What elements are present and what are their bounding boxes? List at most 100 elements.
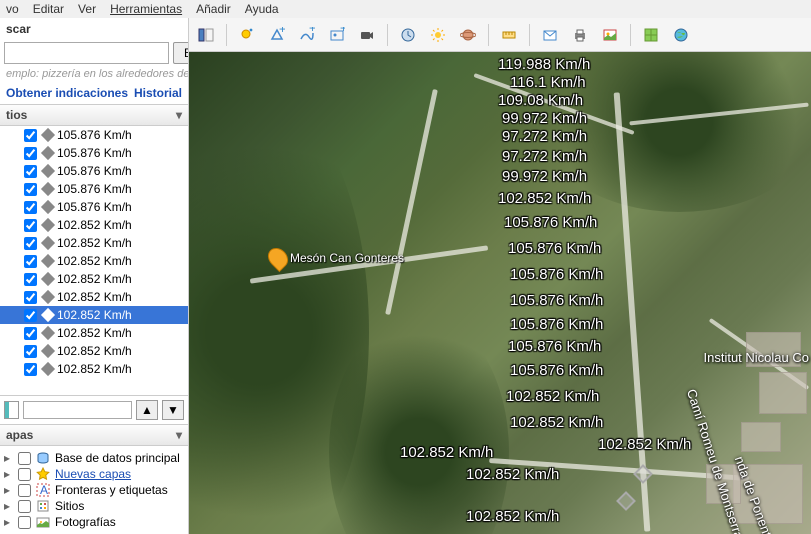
place-checkbox[interactable] xyxy=(24,273,37,286)
place-item[interactable]: 102.852 Km/h xyxy=(0,342,188,360)
email-button[interactable] xyxy=(537,22,563,48)
earth-button[interactable] xyxy=(668,22,694,48)
place-item[interactable]: 105.876 Km/h xyxy=(0,180,188,198)
place-item[interactable]: 105.876 Km/h xyxy=(0,126,188,144)
place-checkbox[interactable] xyxy=(24,129,37,142)
place-item[interactable]: 105.876 Km/h xyxy=(0,198,188,216)
menu-item[interactable]: Ver xyxy=(78,2,96,16)
search-input[interactable] xyxy=(4,42,169,64)
menu-item[interactable]: Añadir xyxy=(196,2,231,16)
search-hint: emplo: pizzería en los alrededores de N xyxy=(0,66,188,82)
ruler-button[interactable] xyxy=(496,22,522,48)
place-checkbox[interactable] xyxy=(24,327,37,340)
place-item[interactable]: 102.852 Km/h xyxy=(0,324,188,342)
history-link[interactable]: Historial xyxy=(134,86,182,100)
layer-item[interactable]: ▸AFronteras y etiquetas xyxy=(2,482,186,498)
add-polygon-button[interactable]: + xyxy=(264,22,290,48)
speed-label[interactable]: 105.876 Km/h xyxy=(510,316,603,333)
speed-label[interactable]: 102.852 Km/h xyxy=(466,466,559,483)
speed-label[interactable]: 102.852 Km/h xyxy=(400,444,493,461)
place-checkbox[interactable] xyxy=(24,147,37,160)
move-up-button[interactable]: ▲ xyxy=(136,400,158,420)
layer-item[interactable]: ▸Fotografías xyxy=(2,514,186,530)
place-checkbox[interactable] xyxy=(24,165,37,178)
speed-label[interactable]: 116.1 Km/h xyxy=(510,74,586,91)
place-checkbox[interactable] xyxy=(24,237,37,250)
place-checkbox[interactable] xyxy=(24,201,37,214)
speed-label[interactable]: 105.876 Km/h xyxy=(504,214,597,231)
speed-label[interactable]: 105.876 Km/h xyxy=(508,338,601,355)
speed-label[interactable]: 102.852 Km/h xyxy=(498,190,591,207)
sunlight-button[interactable] xyxy=(425,22,451,48)
place-item[interactable]: 102.852 Km/h xyxy=(0,270,188,288)
speed-label[interactable]: 102.852 Km/h xyxy=(506,388,599,405)
place-item[interactable]: 102.852 Km/h xyxy=(0,216,188,234)
speed-label[interactable]: 97.272 Km/h xyxy=(502,148,587,165)
directions-link[interactable]: Obtener indicaciones xyxy=(6,86,128,100)
place-label: 102.852 Km/h xyxy=(57,308,132,322)
layer-checkbox[interactable] xyxy=(18,516,31,529)
place-checkbox[interactable] xyxy=(24,183,37,196)
place-checkbox[interactable] xyxy=(24,345,37,358)
speed-label[interactable]: 105.876 Km/h xyxy=(508,240,601,257)
menu-item[interactable]: Editar xyxy=(33,2,64,16)
place-checkbox[interactable] xyxy=(24,219,37,232)
place-checkbox[interactable] xyxy=(24,255,37,268)
placemark-icon xyxy=(41,254,55,268)
speed-label[interactable]: 119.988 Km/h xyxy=(498,56,590,73)
layer-checkbox[interactable] xyxy=(18,484,31,497)
place-item[interactable]: 105.876 Km/h xyxy=(0,162,188,180)
place-checkbox[interactable] xyxy=(24,291,37,304)
menu-item[interactable]: Ayuda xyxy=(245,2,279,16)
print-button[interactable] xyxy=(567,22,593,48)
add-placemark-button[interactable] xyxy=(234,22,260,48)
speed-label[interactable]: 97.272 Km/h xyxy=(502,128,587,145)
save-image-button[interactable] xyxy=(597,22,623,48)
layer-checkbox[interactable] xyxy=(18,468,31,481)
view-in-maps-button[interactable] xyxy=(638,22,664,48)
speed-label[interactable]: 99.972 Km/h xyxy=(502,168,587,185)
place-checkbox[interactable] xyxy=(24,363,37,376)
place-item[interactable]: 105.876 Km/h xyxy=(0,144,188,162)
place-checkbox[interactable] xyxy=(24,309,37,322)
layer-item[interactable]: ▸Sitios xyxy=(2,498,186,514)
layers-header[interactable]: apas ▾ xyxy=(0,424,188,446)
layer-item[interactable]: ▸Base de datos principal xyxy=(2,450,186,466)
record-tour-button[interactable] xyxy=(354,22,380,48)
speed-label[interactable]: 102.852 Km/h xyxy=(510,414,603,431)
search-header: scar xyxy=(0,18,188,40)
map-viewport[interactable]: Mesón Can Gonteres Institut Nicolau Co C… xyxy=(189,52,811,534)
menu-item[interactable]: Herramientas xyxy=(110,2,182,16)
map-poi-institut[interactable]: Institut Nicolau Co xyxy=(704,350,810,365)
history-button[interactable] xyxy=(395,22,421,48)
place-item[interactable]: 102.852 Km/h xyxy=(0,288,188,306)
move-down-button[interactable]: ▼ xyxy=(162,400,184,420)
place-item[interactable]: 102.852 Km/h xyxy=(0,252,188,270)
add-image-overlay-button[interactable]: + xyxy=(324,22,350,48)
planet-button[interactable] xyxy=(455,22,481,48)
layer-item[interactable]: ▸Nuevas capas xyxy=(2,466,186,482)
speed-label[interactable]: 99.972 Km/h xyxy=(502,110,587,127)
hide-sidebar-button[interactable] xyxy=(193,22,219,48)
placemark-icon xyxy=(41,218,55,232)
layer-checkbox[interactable] xyxy=(18,452,31,465)
svg-text:+: + xyxy=(340,27,345,35)
places-header[interactable]: tios ▾ xyxy=(0,104,188,126)
place-item[interactable]: 102.852 Km/h xyxy=(0,234,188,252)
speed-label[interactable]: 102.852 Km/h xyxy=(466,508,559,525)
speed-label[interactable]: 105.876 Km/h xyxy=(510,292,603,309)
speed-label[interactable]: 102.852 Km/h xyxy=(598,436,691,453)
place-item[interactable]: 102.852 Km/h xyxy=(0,360,188,378)
speed-label[interactable]: 105.876 Km/h xyxy=(510,362,603,379)
add-path-button[interactable]: + xyxy=(294,22,320,48)
opacity-toggle[interactable] xyxy=(4,401,19,419)
place-item[interactable]: 102.852 Km/h xyxy=(0,306,188,324)
menu-item[interactable]: vo xyxy=(6,2,19,16)
speed-label[interactable]: 109.08 Km/h xyxy=(498,92,583,109)
opacity-slider[interactable] xyxy=(23,401,132,419)
layer-label[interactable]: Nuevas capas xyxy=(55,467,131,481)
map-poi-meson[interactable]: Mesón Can Gonteres xyxy=(269,247,404,269)
search-button[interactable]: Buscar xyxy=(173,42,189,64)
layer-checkbox[interactable] xyxy=(18,500,31,513)
speed-label[interactable]: 105.876 Km/h xyxy=(510,266,603,283)
